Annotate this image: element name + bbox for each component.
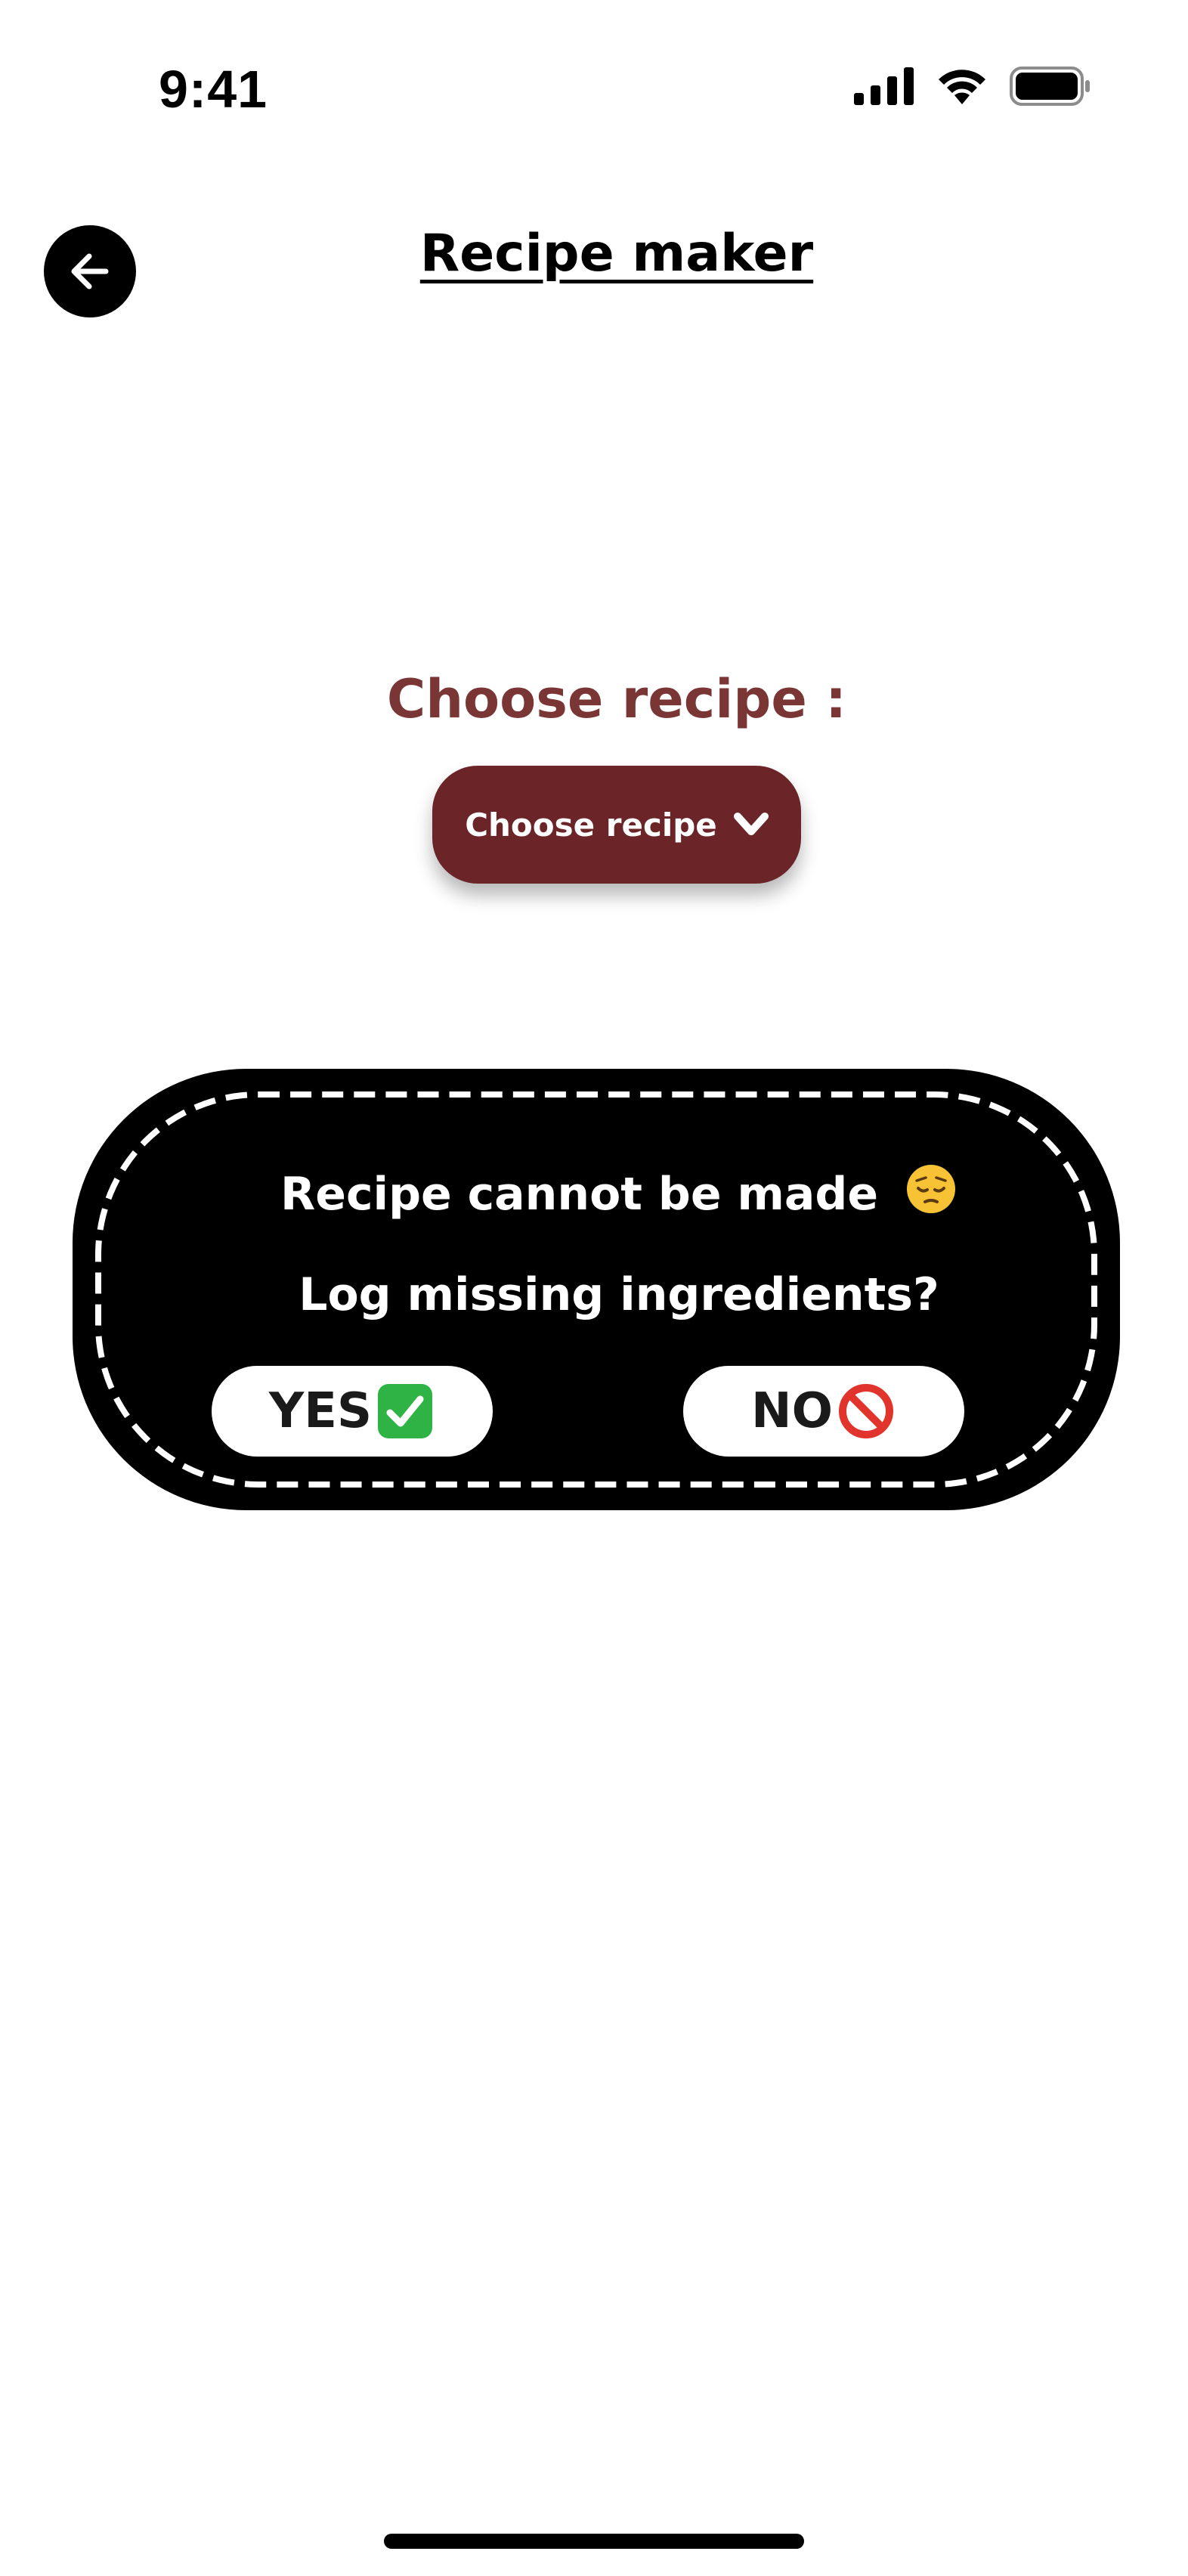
dialog-question: Log missing ingredients? [299, 1268, 939, 1321]
page-title: Recipe maker [419, 224, 814, 283]
choose-recipe-label: Choose recipe : [386, 668, 847, 730]
choose-recipe-dropdown[interactable]: Choose recipe [432, 766, 801, 884]
prohibited-icon [838, 1384, 893, 1438]
no-button[interactable]: NO [683, 1366, 964, 1457]
home-indicator [384, 2534, 804, 2549]
missing-ingredients-dialog: Recipe cannot be made Log missing ingred… [73, 1069, 1120, 1510]
dialog-message: Recipe cannot be made [85, 1163, 1108, 1221]
dialog-message-text: Recipe cannot be made [280, 1168, 879, 1221]
yes-button-label: YES [268, 1383, 373, 1439]
signal-icon [854, 67, 914, 105]
dropdown-label: Choose recipe [465, 806, 717, 844]
chevron-down-icon [733, 813, 769, 835]
wifi-icon [939, 70, 985, 104]
status-icons [854, 67, 1091, 106]
battery-icon [1010, 67, 1090, 106]
no-button-label: NO [751, 1383, 833, 1439]
status-time: 9:41 [159, 60, 268, 119]
pensive-face-icon [906, 1165, 955, 1213]
check-mark-icon [378, 1384, 433, 1438]
yes-button[interactable]: YES [212, 1366, 493, 1457]
